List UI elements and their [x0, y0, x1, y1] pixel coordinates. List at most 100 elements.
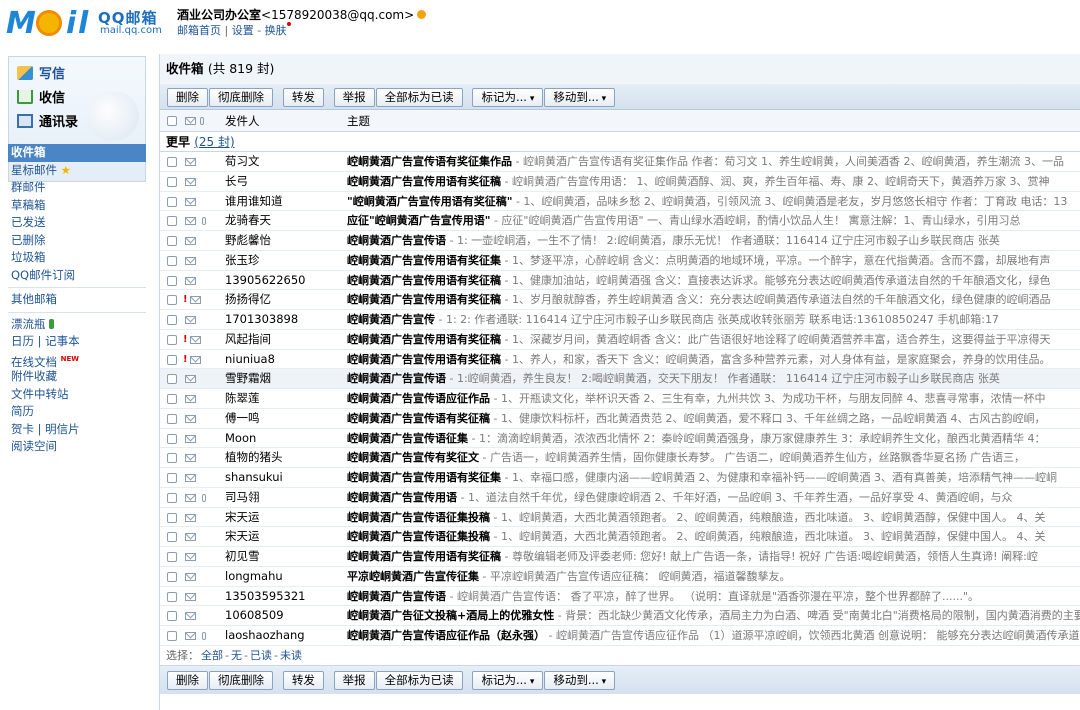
email-subject[interactable]: 崆峒黄酒广告宣传语 - 崆峒黄酒广告宣传语： 香了平凉，醉了世界。 （说明：直译… — [347, 587, 1080, 606]
email-row[interactable]: 宋天运 崆峒黄酒广告宣传语征集投稿 - 1、崆峒黄酒，大西北黄酒领跑者。 2、崆峒… — [160, 508, 1080, 528]
email-subject[interactable]: 崆峒黄酒广告宣传用语有奖征稿 - 1、岁月酿就醇香，养生崆峒黄酒 含义：充分表达… — [347, 290, 1080, 309]
email-sender[interactable]: 陈翠莲 — [225, 389, 345, 408]
delete-permanently-button-bottom[interactable]: 彻底删除 — [209, 670, 273, 690]
email-row[interactable]: 13905622650 崆峒黄酒广告宣传用语有奖征稿 - 1、健康加油站，崆峒黄酒… — [160, 271, 1080, 291]
email-row[interactable]: 野彪馨怡 崆峒黄酒广告宣传语 - 1: 一壶崆峒酒，一生不了情！ 2:崆峒黄酒，康… — [160, 231, 1080, 251]
email-subject[interactable]: 崆峒黄酒广告宣传用语有奖征稿 - 崆峒黄酒广告宣传用语： 1、崆峒黄酒醇、润、爽… — [347, 172, 1080, 191]
settings-link[interactable]: 设置 — [232, 24, 254, 37]
drift-bottle[interactable]: 漂流瓶 — [8, 316, 146, 334]
row-checkbox[interactable] — [167, 315, 177, 325]
email-sender[interactable]: 司马翎 — [225, 488, 345, 507]
email-sender[interactable]: laoshaozhang — [225, 626, 345, 645]
email-sender[interactable]: longmahu — [225, 567, 345, 586]
email-sender[interactable]: 13503595321 — [225, 587, 345, 606]
file-transfer[interactable]: 文件中转站 — [8, 386, 146, 404]
email-sender[interactable]: Moon — [225, 429, 345, 448]
row-checkbox[interactable] — [167, 176, 177, 187]
email-subject[interactable]: "崆峒黄酒广告宣传用语有奖征稿" - 1、崆峒黄酒，品味乡愁 2、崆峒黄酒，引领… — [347, 192, 1080, 211]
qq-mail-logo[interactable]: M i l QQ邮箱 mail.qq.com — [6, 6, 166, 40]
email-subject[interactable]: 崆峒黄酒广告宣传语征集 - 1：滴滴崆峒黄酒，浓浓西北情怀 2：秦岭崆峒黄酒强身… — [347, 429, 1080, 448]
row-checkbox[interactable] — [167, 631, 177, 641]
email-sender[interactable]: 野彪馨怡 — [225, 231, 345, 250]
email-subject[interactable]: 崆峒黄酒广告宣传 - 1: 2: 作者通联: 116414 辽宁庄河市毅子山乡联… — [347, 310, 1080, 329]
receive-button[interactable]: 收信 — [17, 87, 65, 109]
email-subject[interactable]: 崆峒黄酒广告宣传语 - 1: 一壶崆峒酒，一生不了情！ 2:崆峒黄酒，康乐无忧！… — [347, 231, 1080, 250]
email-row[interactable]: 荀习文 崆峒黄酒广告宣传语有奖征集作品 - 崆峒黄酒广告宣传语有奖征集作品 作者：… — [160, 152, 1080, 172]
row-checkbox[interactable] — [167, 394, 177, 404]
email-sender[interactable]: niuniua8 — [225, 350, 345, 369]
email-row[interactable]: 雪野霜烟 崆峒黄酒广告宣传语 - 1:崆峒黄酒，养生良友！ 2:喝崆峒黄酒，交天下… — [160, 369, 1080, 389]
email-subject[interactable]: 崆峒黄酒广告宣传用语有奖征稿 - 1、健康加油站，崆峒黄酒强 含义：直接表达诉求… — [347, 271, 1080, 290]
row-checkbox[interactable] — [167, 374, 177, 385]
select-unread-link[interactable]: 未读 — [280, 649, 302, 662]
email-sender[interactable]: 1701303898 — [225, 310, 345, 329]
row-checkbox[interactable] — [167, 295, 177, 306]
report-button[interactable]: 举报 — [333, 88, 375, 107]
email-sender[interactable]: 初见雪 — [225, 547, 345, 566]
email-row[interactable]: 谁用谁知道 "崆峒黄酒广告宣传用语有奖征稿" - 1、崆峒黄酒，品味乡愁 2、崆峒… — [160, 192, 1080, 212]
row-checkbox[interactable] — [167, 433, 177, 444]
select-none-link[interactable]: 无 — [231, 649, 242, 662]
greeting-cards[interactable]: 贺卡 | 明信片 — [8, 421, 146, 439]
row-checkbox[interactable] — [167, 236, 177, 246]
email-row[interactable]: 宋天运 崆峒黄酒广告宣传语征集投稿 - 1、崆峒黄酒，大西北黄酒领跑者。 2、崆峒… — [160, 527, 1080, 547]
folder-qq-subscription[interactable]: QQ邮件订阅 — [8, 267, 146, 285]
row-checkbox[interactable] — [167, 275, 177, 286]
email-row[interactable]: ! 扬扬得亿 崆峒黄酒广告宣传用语有奖征稿 - 1、岁月酿就醇香，养生崆峒黄酒 含义… — [160, 290, 1080, 310]
delete-button-bottom[interactable]: 删除 — [167, 670, 208, 690]
email-sender[interactable]: 宋天运 — [225, 508, 345, 527]
row-checkbox[interactable] — [167, 216, 177, 227]
email-subject[interactable]: 崆峒黄酒广告宣传用语有奖征集 - 1、幸福口感，健康内涵——崆峒黄酒 2、为健康… — [347, 468, 1080, 487]
delete-button[interactable]: 删除 — [167, 88, 208, 107]
email-row[interactable]: 植物的猪头 崆峒黄酒广告宣传有奖征文 - 广告语一，崆峒黄酒养生情，固你健康长寿梦… — [160, 448, 1080, 468]
folder-spam[interactable]: 垃圾箱 — [8, 249, 146, 267]
email-row[interactable]: 傅一鸣 崆峒黄酒广告宣传语有奖征稿 - 1、健康饮料标杆，西北黄酒贵范 2、崆峒黄… — [160, 409, 1080, 429]
email-sender[interactable]: 荀习文 — [225, 152, 345, 171]
folder-drafts[interactable]: 草稿箱 — [8, 197, 146, 215]
email-row[interactable]: ! 风起指间 崆峒黄酒广告宣传用语有奖征稿 - 1、深藏岁月间，黄酒崆峒香 含义：此… — [160, 330, 1080, 350]
attachment-favorites[interactable]: 附件收藏 — [8, 368, 146, 386]
online-docs[interactable]: 在线文档 NEW — [8, 351, 146, 368]
email-sender[interactable]: shansukui — [225, 468, 345, 487]
folder-group-mail[interactable]: 群邮件 — [8, 179, 146, 197]
email-subject[interactable]: 崆峒黄酒广告征文投稿+酒局上的优雅女性 - 背景：西北缺少黄酒文化传承，酒局主力… — [347, 606, 1080, 625]
mark-as-dropdown[interactable]: 标记为... — [472, 88, 544, 107]
notification-bulb-icon[interactable] — [417, 10, 427, 19]
email-row[interactable]: 13503595321 崆峒黄酒广告宣传语 - 崆峒黄酒广告宣传语： 香了平凉，醉… — [160, 587, 1080, 607]
reading-space[interactable]: 阅读空间 — [8, 438, 146, 456]
row-checkbox[interactable] — [167, 196, 177, 207]
row-checkbox[interactable] — [167, 334, 177, 345]
email-sender[interactable]: 扬扬得亿 — [225, 290, 345, 309]
select-read-link[interactable]: 已读 — [250, 649, 272, 662]
mark-as-dropdown-bottom[interactable]: 标记为... — [472, 670, 544, 690]
email-row[interactable]: 10608509 崆峒黄酒广告征文投稿+酒局上的优雅女性 - 背景：西北缺少黄酒文… — [160, 606, 1080, 626]
email-subject[interactable]: 崆峒黄酒广告宣传用语有奖征稿 - 1、深藏岁月间，黄酒崆峒香 含义：此广告语很好… — [347, 330, 1080, 349]
mark-all-read-button[interactable]: 全部标为已读 — [375, 88, 463, 107]
email-subject[interactable]: 崆峒黄酒广告宣传语应征作品 - 1、开瓶读文化，举杯识天香 2、三生有幸，九州共… — [347, 389, 1080, 408]
report-button-bottom[interactable]: 举报 — [333, 670, 375, 690]
forward-button[interactable]: 转发 — [282, 88, 324, 107]
email-row[interactable]: 张玉珍 崆峒黄酒广告宣传用语有奖征集 - 1、梦逐平凉，心醉崆峒 含义：点明黄酒的… — [160, 251, 1080, 271]
group-count-link[interactable]: (25 封) — [194, 135, 234, 149]
sender-column-header[interactable]: 发件人 — [225, 110, 260, 132]
row-checkbox[interactable] — [167, 255, 177, 266]
resume[interactable]: 简历 — [8, 403, 146, 421]
subject-column-header[interactable]: 主题 — [347, 110, 370, 132]
email-subject[interactable]: 崆峒黄酒广告宣传语有奖征集作品 - 崆峒黄酒广告宣传语有奖征集作品 作者：荀习文… — [347, 152, 1080, 171]
email-row[interactable]: 龙骑春天 应征"崆峒黄酒广告宣传用语" - 应征"崆峒黄酒广告宣传用语" 一、青山… — [160, 211, 1080, 231]
email-subject[interactable]: 崆峒黄酒广告宣传用语有奖征稿 - 1、养人，和家，香天下 含义：崆峒黄酒，富含多… — [347, 350, 1080, 369]
email-row[interactable]: 初见雪 崆峒黄酒广告宣传用语有奖征稿 - 尊敬编辑老师及评委老师: 您好! 献上广… — [160, 547, 1080, 567]
email-sender[interactable]: 13905622650 — [225, 271, 345, 290]
email-subject[interactable]: 应征"崆峒黄酒广告宣传用语" - 应征"崆峒黄酒广告宣传用语" 一、青山绿水酒崆… — [347, 211, 1080, 230]
email-subject[interactable]: 崆峒黄酒广告宣传用语 - 1、道法自然千年优，绿色健康崆峒酒 2、千年好酒，一品… — [347, 488, 1080, 507]
select-all-checkbox[interactable] — [167, 116, 177, 126]
row-checkbox[interactable] — [167, 413, 177, 424]
email-subject[interactable]: 崆峒黄酒广告宣传用语有奖征稿 - 尊敬编辑老师及评委老师: 您好! 献上广告语一… — [347, 547, 1080, 566]
forward-button-bottom[interactable]: 转发 — [282, 670, 324, 690]
email-sender[interactable]: 谁用谁知道 — [225, 192, 345, 211]
row-checkbox[interactable] — [167, 552, 177, 562]
email-subject[interactable]: 平凉崆峒黄酒广告宣传征集 - 平凉崆峒黄酒广告宣传语应征稿： 崆峒黄酒，福道馨馥… — [347, 567, 1080, 586]
email-row[interactable]: laoshaozhang 崆峒黄酒广告宣传语应征作品（赵永强） - 崆峒黄酒广告宣… — [160, 626, 1080, 646]
row-checkbox[interactable] — [167, 532, 177, 543]
mail-home-link[interactable]: 邮箱首页 — [177, 24, 221, 37]
